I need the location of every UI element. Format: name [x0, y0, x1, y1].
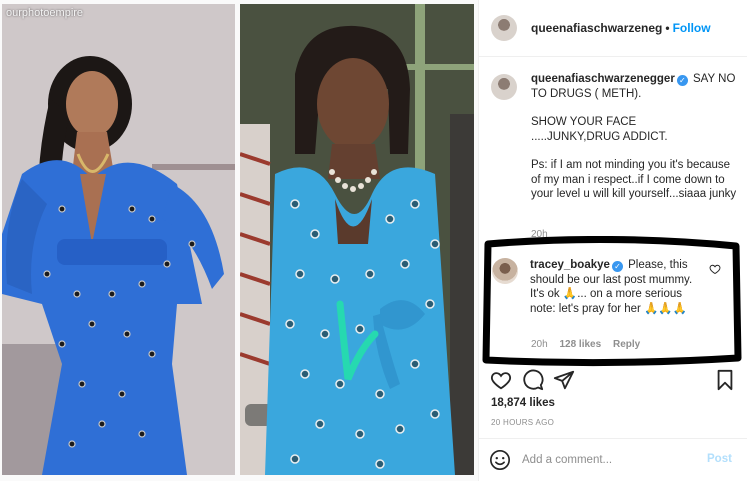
caption-line-2: SHOW YOUR FACE .....JUNKY,DRUG ADDICT.	[531, 116, 668, 143]
emoji-icon[interactable]	[489, 449, 511, 471]
bookmark-icon[interactable]	[714, 369, 736, 391]
comment-like-heart-icon[interactable]	[709, 263, 721, 275]
photo-right-illustration	[240, 4, 474, 475]
caption-first-line: queenafiaschwarzenegger ✓ SAY NO TO DRUGS…	[531, 72, 741, 101]
post-comment-button[interactable]: Post	[707, 453, 732, 465]
author-avatar[interactable]	[491, 15, 517, 41]
add-comment-bar: Post	[478, 438, 747, 481]
caption-body: queenafiaschwarzenegger ✓ SAY NO TO DRUGS…	[531, 72, 741, 202]
caption-time: 20h	[531, 229, 548, 240]
comment-likes[interactable]: 128 likes	[559, 339, 601, 350]
photo-woman-blue-suit-left: ourphotoempire	[2, 4, 235, 475]
comment-time: 20h	[531, 339, 548, 350]
comment-username[interactable]: tracey_boakye	[530, 259, 610, 271]
photo-woman-blue-suit-right	[240, 4, 474, 475]
caption-username[interactable]: queenafiaschwarzenegger	[531, 73, 675, 85]
header-user-row: queenafiaschwarzeneg • Follow	[531, 21, 711, 35]
comment-reply-button[interactable]: Reply	[613, 339, 640, 350]
header-username[interactable]: queenafiaschwarzeneg	[531, 21, 662, 35]
heart-icon[interactable]	[490, 369, 512, 391]
post-caption: queenafiaschwarzenegger ✓ SAY NO TO DRUGS…	[491, 72, 741, 202]
commenter-avatar[interactable]	[492, 258, 518, 284]
comment-verified-badge-icon: ✓	[611, 261, 623, 272]
post-header: queenafiaschwarzeneg • Follow	[479, 0, 747, 57]
post-timestamp: 20 HOURS AGO	[491, 418, 555, 427]
post-media[interactable]: ourphotoempire	[0, 0, 478, 481]
verified-badge-icon: ✓	[676, 75, 688, 86]
header-dot: •	[665, 21, 670, 35]
photo-watermark: ourphotoempire	[6, 7, 84, 19]
comment-meta: 20h 128 likes Reply	[531, 339, 649, 350]
comment-input[interactable]	[522, 451, 692, 469]
follow-button[interactable]: Follow	[673, 21, 711, 35]
comment-icon[interactable]	[522, 369, 544, 391]
comment-text-block: tracey_boakye ✓ Please, this should be ou…	[530, 258, 708, 316]
photo-left-illustration	[2, 4, 235, 475]
caption-line-3: Ps: if I am not minding you it's because…	[531, 159, 737, 200]
share-icon[interactable]	[553, 369, 575, 391]
post-actions	[478, 369, 747, 393]
caption-avatar[interactable]	[491, 74, 517, 100]
post-likes-count[interactable]: 18,874 likes	[491, 397, 555, 409]
